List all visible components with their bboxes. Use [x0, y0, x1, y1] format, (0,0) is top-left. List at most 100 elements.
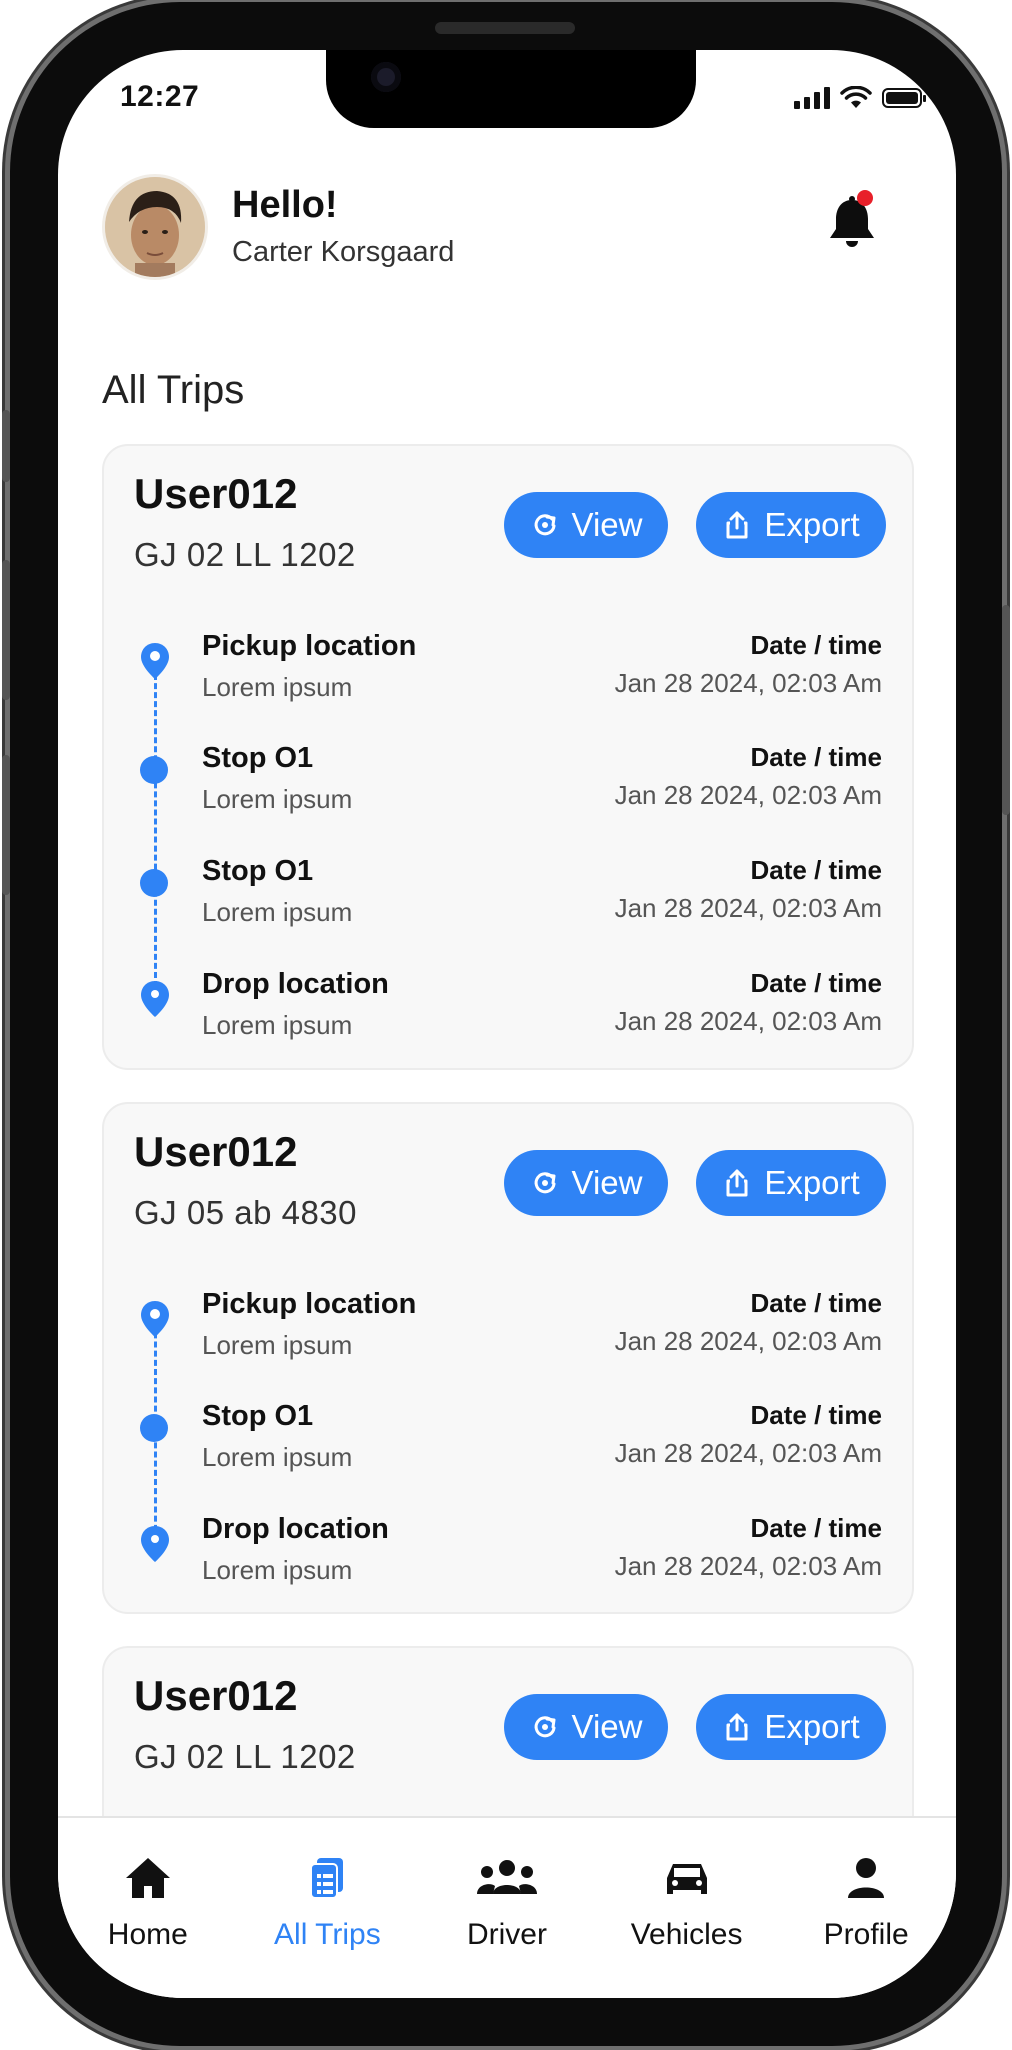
- stop-subtitle: Lorem ipsum: [202, 897, 353, 927]
- date-value: Jan 28 2024, 02:03 Am: [614, 668, 882, 698]
- profile-icon: [848, 1858, 885, 1898]
- trip-stop: Pickup location Lorem ipsum Date / time …: [104, 1282, 912, 1382]
- nav-profile[interactable]: Profile: [776, 1818, 956, 1998]
- share-icon: [726, 1713, 748, 1741]
- date-value: Jan 28 2024, 02:03 Am: [614, 1551, 882, 1581]
- vehicle-plate: GJ 02 LL 1202: [134, 536, 356, 573]
- greeting-text: Hello!: [232, 184, 338, 226]
- date-label: Date / time: [750, 968, 883, 998]
- trip-card: User012 GJ 05 ab 4830 View Export Pickup…: [102, 1102, 914, 1614]
- power-button: [1002, 605, 1010, 815]
- nav-label: Driver: [466, 1918, 547, 1951]
- stop-title: Stop O1: [202, 742, 314, 774]
- wifi-icon: [840, 86, 872, 108]
- export-button-label: Export: [764, 1708, 860, 1745]
- date-value: Jan 28 2024, 02:03 Am: [614, 1006, 882, 1036]
- trip-stop: Stop O1 Lorem ipsum Date / time Jan 28 2…: [104, 736, 912, 836]
- stop-dot-icon: [140, 1414, 168, 1442]
- view-button[interactable]: View: [504, 1694, 668, 1760]
- car-icon: [666, 1864, 707, 1894]
- device-stage: 12:27 Hello! Carter Korsgaard All Trips …: [0, 0, 1012, 2050]
- stop-title: Drop location: [202, 968, 389, 1000]
- trip-stop: Stop O1 Lorem ipsum Date / time Jan 28 2…: [104, 1394, 912, 1494]
- mute-switch: [2, 410, 10, 482]
- nav-vehicles[interactable]: Vehicles: [597, 1818, 777, 1998]
- export-button-label: Export: [764, 506, 860, 543]
- home-icon: [125, 1858, 170, 1898]
- date-label: Date / time: [750, 1513, 883, 1543]
- nav-label: All Trips: [274, 1918, 381, 1951]
- nav-label: Profile: [823, 1918, 909, 1951]
- trip-user: User012: [134, 1672, 298, 1719]
- bell-icon: [830, 196, 874, 247]
- status-time: 12:27: [120, 80, 200, 113]
- view-button[interactable]: View: [504, 1150, 668, 1216]
- vehicle-plate: GJ 02 LL 1202: [134, 1738, 356, 1775]
- volume-down-button: [2, 755, 10, 895]
- stop-dot-icon: [140, 756, 168, 784]
- export-button[interactable]: Export: [696, 492, 886, 558]
- nav-driver[interactable]: Driver: [417, 1818, 597, 1998]
- export-button[interactable]: Export: [696, 1694, 886, 1760]
- notch: [326, 50, 696, 128]
- trip-stop: Pickup location Lorem ipsum Date / time …: [104, 624, 912, 724]
- trip-stop: Stop O1 Lorem ipsum Date / time Jan 28 2…: [104, 849, 912, 949]
- date-label: Date / time: [750, 742, 883, 772]
- trip-user: User012: [134, 470, 298, 517]
- stop-subtitle: Lorem ipsum: [202, 784, 353, 814]
- stop-subtitle: Lorem ipsum: [202, 672, 353, 702]
- pickup-pin-icon: [141, 1301, 169, 1337]
- bottom-nav: Home All Trips Driver Vehicles Profile: [58, 1816, 956, 1998]
- refresh-icon: [534, 1716, 556, 1738]
- header: Hello! Carter Korsgaard: [102, 174, 912, 284]
- export-button[interactable]: Export: [696, 1150, 886, 1216]
- pickup-pin-icon: [141, 643, 169, 679]
- phone-screen: 12:27 Hello! Carter Korsgaard All Trips …: [58, 50, 956, 1998]
- date-label: Date / time: [750, 630, 883, 660]
- volume-up-button: [2, 560, 10, 700]
- view-button-label: View: [571, 1164, 643, 1201]
- stop-subtitle: Lorem ipsum: [202, 1330, 353, 1360]
- nav-label: Vehicles: [630, 1918, 743, 1951]
- trips-icon: [310, 1858, 344, 1899]
- drop-pin-icon: [141, 981, 169, 1017]
- cellular-signal-icon: [794, 87, 830, 109]
- avatar-image: [105, 177, 205, 277]
- refresh-icon: [534, 1172, 556, 1194]
- export-button-label: Export: [764, 1164, 860, 1201]
- stop-title: Stop O1: [202, 1400, 314, 1432]
- date-label: Date / time: [750, 1400, 883, 1430]
- stop-title: Pickup location: [202, 1288, 417, 1320]
- notification-button[interactable]: [822, 190, 882, 252]
- stop-subtitle: Lorem ipsum: [202, 1010, 353, 1040]
- battery-icon: [882, 88, 926, 108]
- date-value: Jan 28 2024, 02:03 Am: [614, 893, 882, 923]
- share-icon: [726, 1169, 748, 1197]
- stop-dot-icon: [140, 869, 168, 897]
- trip-stop: Drop location Lorem ipsum Date / time Ja…: [104, 962, 912, 1062]
- drop-pin-icon: [141, 1526, 169, 1562]
- view-button-label: View: [571, 506, 643, 543]
- nav-all-trips[interactable]: All Trips: [238, 1818, 418, 1998]
- view-button[interactable]: View: [504, 492, 668, 558]
- notification-dot: [857, 190, 873, 206]
- user-name: Carter Korsgaard: [232, 236, 455, 268]
- earpiece-speaker: [435, 22, 575, 34]
- stop-subtitle: Lorem ipsum: [202, 1442, 353, 1472]
- avatar[interactable]: [102, 174, 208, 280]
- stop-title: Stop O1: [202, 855, 314, 887]
- date-value: Jan 28 2024, 02:03 Am: [614, 1438, 882, 1468]
- stop-title: Pickup location: [202, 630, 417, 662]
- date-label: Date / time: [750, 1288, 883, 1318]
- date-value: Jan 28 2024, 02:03 Am: [614, 1326, 882, 1356]
- driver-icon: [476, 1860, 537, 1894]
- trip-card: User012 GJ 02 LL 1202 View Export Pickup…: [102, 444, 914, 1070]
- view-button-label: View: [571, 1708, 643, 1745]
- stop-subtitle: Lorem ipsum: [202, 1555, 353, 1585]
- trip-user: User012: [134, 1128, 298, 1175]
- page-title: All Trips: [102, 368, 245, 412]
- date-label: Date / time: [750, 855, 883, 885]
- nav-home[interactable]: Home: [58, 1818, 238, 1998]
- refresh-icon: [534, 514, 556, 536]
- nav-label: Home: [107, 1918, 188, 1951]
